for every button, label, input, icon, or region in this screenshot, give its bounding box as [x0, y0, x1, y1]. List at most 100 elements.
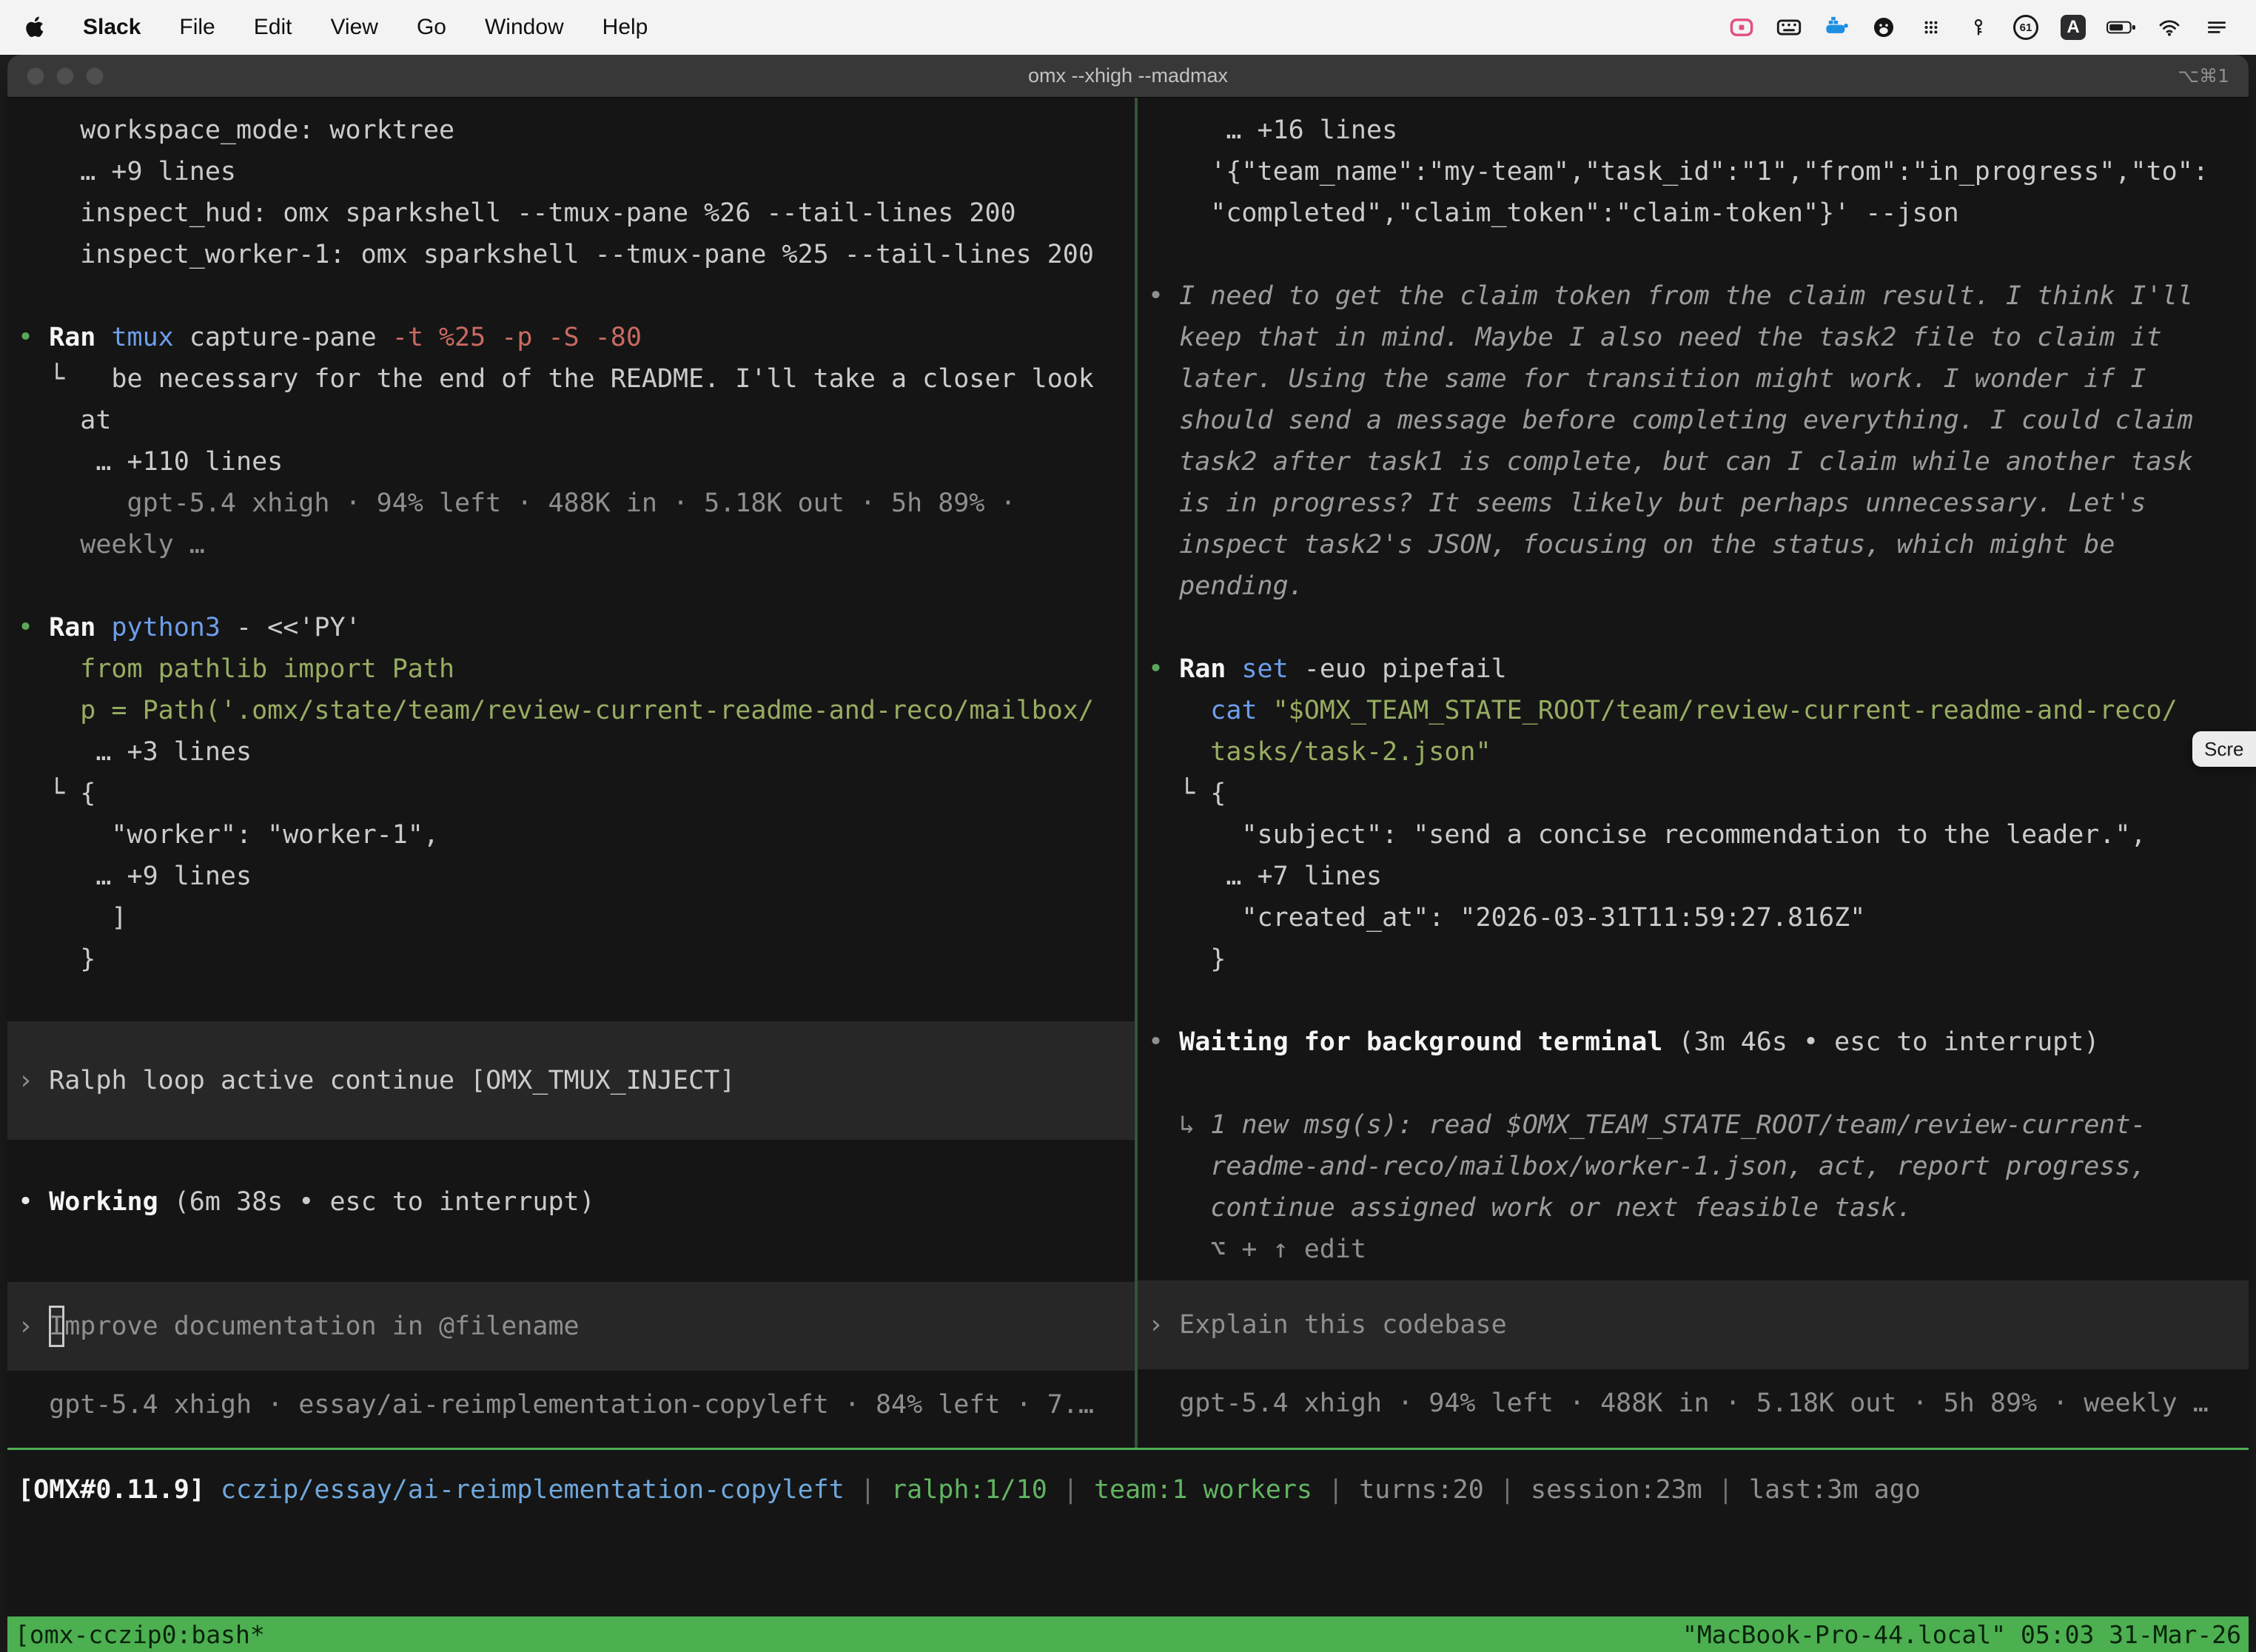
tmux-session-label: [omx-cczip0:bash*	[15, 1620, 265, 1649]
text-segment: - <<'PY'	[236, 613, 361, 642]
text-segment: Working	[49, 1187, 174, 1217]
menu-list-icon[interactable]	[2203, 13, 2231, 42]
terminal-line: gpt-5.4 xhigh · essay/ai-reimplementatio…	[7, 1384, 1135, 1426]
menu-bar: Slack File Edit View Go Window Help 61 A	[0, 0, 2256, 55]
window-shortcut-hint: ⌥⌘1	[2178, 65, 2229, 87]
suggestion-line[interactable]: › Improve documentation in @filename	[7, 1282, 1135, 1371]
terminal-line: cat "$OMX_TEAM_STATE_ROOT/team/review-cu…	[1138, 690, 2249, 731]
apple-menu-icon[interactable]	[25, 16, 44, 38]
left-pane[interactable]: workspace_mode: worktree … +9 lines insp…	[7, 98, 1135, 1448]
text-segment: pending.	[1148, 571, 1304, 601]
terminal-line: inspect_hud: omx sparkshell --tmux-pane …	[7, 192, 1135, 234]
text-segment: mprove documentation in @filename	[64, 1306, 579, 1347]
title-bar: omx --xhigh --madmax ⌥⌘1	[7, 55, 2249, 98]
menu-item-help[interactable]: Help	[602, 15, 648, 40]
text-segment: … +9 lines	[18, 157, 236, 187]
terminal-line: is in progress? It seems likely but perh…	[1138, 483, 2249, 524]
text-segment: └ be necessary for the end of the README…	[18, 364, 1094, 394]
terminal-line: at	[7, 400, 1135, 441]
omx-status-segment: team:1 workers	[1094, 1475, 1312, 1505]
text-segment: 1 new msg(s): read $OMX_TEAM_STATE_ROOT/…	[1210, 1110, 2146, 1140]
terminal-window: omx --xhigh --madmax ⌥⌘1 workspace_mode:…	[7, 55, 2249, 1652]
text-segment: should send a message before completing …	[1148, 406, 2193, 435]
terminal-line	[7, 565, 1135, 607]
terminal: workspace_mode: worktree … +9 lines insp…	[7, 98, 2249, 1652]
terminal-line: • I need to get the claim token from the…	[1138, 275, 2249, 317]
suggestion-line[interactable]: › Ralph loop active continue [OMX_TMUX_I…	[7, 1021, 1135, 1140]
terminal-line	[1138, 607, 2249, 648]
text-segment: ⌥ + ↑ edit	[1148, 1235, 1366, 1264]
menu-item-slack[interactable]: Slack	[83, 15, 141, 40]
pane-horizontal-divider[interactable]	[7, 1448, 2249, 1450]
text-segment: ]	[18, 903, 127, 933]
text-segment: "completed","claim_token":"claim-token"}…	[1148, 198, 1959, 228]
terminal-line: … +110 lines	[7, 441, 1135, 483]
text-segment: … +16 lines	[1148, 115, 1397, 145]
tmux-host-clock-label: "MacBook-Pro-44.local" 05:03 31-Mar-26	[1682, 1620, 2241, 1649]
terminal-line: … +3 lines	[7, 731, 1135, 773]
text-segment: Waiting for background terminal	[1179, 1027, 1678, 1057]
omx-status-segment: cczip/essay/ai-reimplementation-copyleft	[221, 1475, 845, 1505]
terminal-line: weekly …	[7, 524, 1135, 565]
text-segment: gpt-5.4 xhigh · 94% left · 488K in · 5.1…	[18, 488, 1016, 518]
terminal-line: … +9 lines	[7, 856, 1135, 897]
keyboard-icon[interactable]	[1775, 13, 1803, 42]
text-segment: •	[18, 323, 49, 352]
text-segment: (3m 46s • esc to interrupt)	[1678, 1027, 2099, 1057]
terminal-line: • Ran python3 - <<'PY'	[7, 607, 1135, 648]
terminal-line: • Waiting for background terminal (3m 46…	[1138, 1021, 2249, 1063]
terminal-line: ]	[7, 897, 1135, 939]
terminal-line	[7, 275, 1135, 317]
text-segment: (6m 38s • esc to interrupt)	[174, 1187, 595, 1217]
menu-item-go[interactable]: Go	[417, 15, 446, 40]
terminal-line	[7, 980, 1135, 1021]
battery-icon[interactable]	[2106, 13, 2136, 42]
docker-icon[interactable]	[1822, 13, 1850, 42]
menu-item-window[interactable]: Window	[485, 15, 564, 40]
text-segment: from pathlib import Path	[18, 654, 454, 684]
wifi-icon[interactable]	[2155, 13, 2183, 42]
terminal-line: "worker": "worker-1",	[7, 814, 1135, 856]
key-icon[interactable]	[1964, 13, 1993, 42]
text-segment: inspect task2's JSON, focusing on the st…	[1148, 530, 2115, 560]
omx-status-segment: |	[1484, 1475, 1531, 1505]
close-button[interactable]	[27, 67, 44, 85]
terminal-line: "completed","claim_token":"claim-token"}…	[1138, 192, 2249, 234]
screen-capture-pill[interactable]: Scre	[2192, 731, 2256, 767]
terminal-line: … +16 lines	[1138, 110, 2249, 151]
text-segment: python3	[111, 613, 236, 642]
screen-recording-icon[interactable]	[1728, 13, 1756, 42]
text-segment: Ran	[1179, 654, 1241, 684]
dots-grid-icon[interactable]	[1917, 13, 1945, 42]
text-segment: •	[1148, 654, 1179, 684]
text-segment: "$OMX_TEAM_STATE_ROOT/team/review-curren…	[1273, 696, 2178, 725]
menu-item-file[interactable]: File	[179, 15, 215, 40]
menu-item-view[interactable]: View	[330, 15, 377, 40]
terminal-line: }	[7, 939, 1135, 980]
terminal-line: p = Path('.omx/state/team/review-current…	[7, 690, 1135, 731]
text-segment: is in progress? It seems likely but perh…	[1148, 488, 2146, 518]
text-segment: p = Path('.omx/state/team/review-current…	[18, 696, 1094, 725]
terminal-line: "subject": "send a concise recommendatio…	[1138, 814, 2249, 856]
text-segment: at	[18, 406, 111, 435]
letter-a-icon[interactable]: A	[2059, 13, 2087, 42]
right-pane[interactable]: … +16 lines '{"team_name":"my-team","tas…	[1138, 98, 2249, 1448]
text-segment: … +9 lines	[18, 862, 252, 891]
suggestion-line[interactable]: › Explain this codebase	[1138, 1280, 2249, 1369]
terminal-line: }	[1138, 939, 2249, 980]
omx-status-line: [OMX#0.11.9] cczip/essay/ai-reimplementa…	[7, 1469, 2249, 1511]
text-segment: •	[1148, 1027, 1179, 1057]
text-segment: tasks/task-2.json"	[1148, 737, 1491, 767]
zoom-button[interactable]	[86, 67, 104, 85]
terminal-line: gpt-5.4 xhigh · 94% left · 488K in · 5.1…	[1138, 1383, 2249, 1424]
github-icon[interactable]	[1870, 13, 1898, 42]
omx-status-segment: turns:20	[1359, 1475, 1484, 1505]
text-segment: "subject": "send a concise recommendatio…	[1148, 820, 2146, 850]
omx-status-segment	[205, 1475, 221, 1505]
text-segment: I need to get the claim token from the c…	[1179, 281, 2193, 311]
terminal-line	[1138, 1063, 2249, 1104]
minimize-button[interactable]	[56, 67, 74, 85]
text-segment: readme-and-reco/mailbox/worker-1.json, a…	[1148, 1152, 2146, 1181]
battery-meter-icon[interactable]: 61	[2012, 13, 2040, 42]
menu-item-edit[interactable]: Edit	[254, 15, 292, 40]
